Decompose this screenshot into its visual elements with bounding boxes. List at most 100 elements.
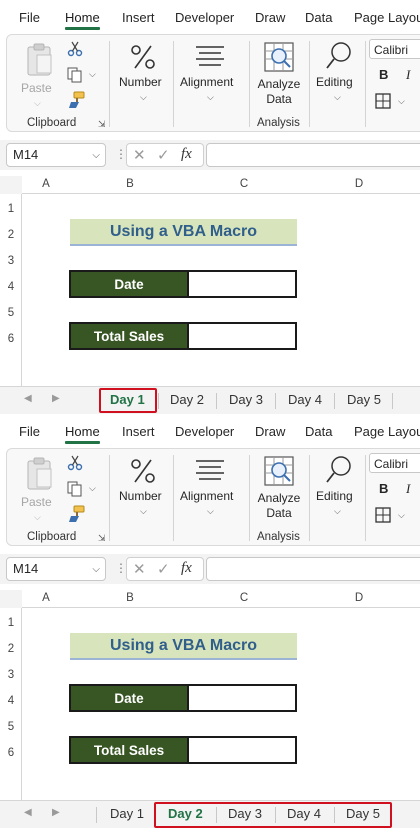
tab-home[interactable]: Home — [65, 10, 100, 30]
total-sales-label-cell[interactable]: Total Sales — [69, 322, 189, 350]
column-header-c[interactable]: C — [190, 592, 298, 604]
cancel-icon[interactable]: ✕ — [133, 560, 146, 578]
date-value-cell[interactable] — [189, 270, 297, 298]
title-cell[interactable]: Using a VBA Macro — [70, 219, 297, 246]
font-name: Calibri — [374, 457, 409, 471]
analyze-data-button[interactable]: Analyze Data — [253, 453, 305, 527]
sheet-tab-day-4[interactable]: Day 4 — [288, 392, 322, 407]
row-header-4[interactable]: 4 — [0, 281, 22, 293]
row-header-1[interactable]: 1 — [0, 617, 22, 629]
tab-file[interactable]: File — [19, 424, 40, 439]
italic-button[interactable]: I — [406, 67, 410, 83]
tab-developer[interactable]: Developer — [175, 424, 234, 439]
scroll-right-icon[interactable]: ▶ — [52, 807, 60, 818]
number-button[interactable]: Number ⌵ — [115, 453, 171, 523]
dialog-launcher-icon[interactable]: ⇲ — [98, 533, 106, 544]
tab-developer[interactable]: Developer — [175, 10, 234, 25]
column-header-b[interactable]: B — [70, 592, 190, 604]
cancel-icon[interactable]: ✕ — [133, 146, 146, 164]
cut-icon[interactable] — [67, 455, 83, 471]
column-header-d[interactable]: D — [298, 592, 420, 604]
confirm-icon[interactable]: ✓ — [157, 560, 170, 578]
row-header-2[interactable]: 2 — [0, 229, 22, 241]
chevron-down-icon[interactable]: ⌵ — [92, 150, 100, 161]
format-painter-icon[interactable] — [67, 505, 85, 523]
cut-icon[interactable] — [67, 41, 83, 57]
scroll-right-icon[interactable]: ▶ — [52, 393, 60, 404]
tab-draw[interactable]: Draw — [255, 424, 285, 439]
column-header-c[interactable]: C — [190, 178, 298, 190]
formula-input[interactable] — [206, 557, 420, 581]
chevron-down-icon[interactable]: ⌵ — [89, 69, 96, 80]
number-button[interactable]: Number ⌵ — [115, 39, 171, 109]
column-header-a[interactable]: A — [22, 592, 70, 604]
tab-page-layout[interactable]: Page Layout — [354, 10, 420, 25]
tab-insert[interactable]: Insert — [122, 424, 155, 439]
row-header-1[interactable]: 1 — [0, 203, 22, 215]
column-header-a[interactable]: A — [22, 178, 70, 190]
row-header-5[interactable]: 5 — [0, 721, 22, 733]
name-box[interactable]: M14 ⌵ — [6, 557, 106, 581]
scroll-left-icon[interactable]: ◀ — [24, 393, 32, 404]
formula-input[interactable] — [206, 143, 420, 167]
total-sales-value-cell[interactable] — [189, 736, 297, 764]
row-header-6[interactable]: 6 — [0, 333, 22, 345]
alignment-button[interactable]: Alignment ⌵ — [177, 39, 245, 109]
select-all-corner[interactable] — [0, 590, 22, 608]
tab-data[interactable]: Data — [305, 424, 332, 439]
italic-button[interactable]: I — [406, 481, 410, 497]
function-icon[interactable]: fx — [181, 146, 192, 163]
tab-file[interactable]: File — [19, 10, 40, 25]
format-painter-icon[interactable] — [67, 91, 85, 109]
borders-icon[interactable] — [375, 93, 391, 109]
column-header-b[interactable]: B — [70, 178, 190, 190]
date-value-cell[interactable] — [189, 684, 297, 712]
total-sales-value-cell[interactable] — [189, 322, 297, 350]
paste-button[interactable]: Paste ⌵ — [19, 41, 59, 111]
column-header-d[interactable]: D — [298, 178, 420, 190]
number-label: Number — [119, 489, 162, 503]
chevron-down-icon[interactable]: ⌵ — [92, 564, 100, 575]
confirm-icon[interactable]: ✓ — [157, 146, 170, 164]
sheet-tab-day-3[interactable]: Day 3 — [229, 392, 263, 407]
scroll-left-icon[interactable]: ◀ — [24, 807, 32, 818]
function-icon[interactable]: fx — [181, 560, 192, 577]
alignment-button[interactable]: Alignment ⌵ — [177, 453, 245, 523]
chevron-down-icon[interactable]: ⌵ — [398, 510, 405, 521]
row-header-3[interactable]: 3 — [0, 669, 22, 681]
row-header-3[interactable]: 3 — [0, 255, 22, 267]
paste-button[interactable]: Paste ⌵ — [19, 455, 59, 525]
tab-insert[interactable]: Insert — [122, 10, 155, 25]
tab-page-layout[interactable]: Page Layout — [354, 424, 420, 439]
row-header-4[interactable]: 4 — [0, 695, 22, 707]
sheet-tab-day-2[interactable]: Day 2 — [170, 392, 204, 407]
sheet-tab-day-5[interactable]: Day 5 — [347, 392, 381, 407]
row-header-5[interactable]: 5 — [0, 307, 22, 319]
editing-button[interactable]: Editing ⌵ — [313, 453, 363, 523]
font-name-box[interactable]: Calibri — [369, 39, 420, 59]
bold-button[interactable]: B — [379, 67, 388, 82]
sheet-tab-day-1[interactable]: Day 1 — [110, 806, 144, 821]
select-all-corner[interactable] — [0, 176, 22, 194]
date-label-cell[interactable]: Date — [69, 684, 189, 712]
copy-icon[interactable] — [67, 67, 85, 83]
date-label-cell[interactable]: Date — [69, 270, 189, 298]
title-cell[interactable]: Using a VBA Macro — [70, 633, 297, 660]
copy-icon[interactable] — [67, 481, 85, 497]
bold-button[interactable]: B — [379, 481, 388, 496]
highlight-box-new-sheets — [154, 802, 392, 828]
total-sales-label-cell[interactable]: Total Sales — [69, 736, 189, 764]
tab-draw[interactable]: Draw — [255, 10, 285, 25]
row-header-2[interactable]: 2 — [0, 643, 22, 655]
analyze-data-button[interactable]: Analyze Data — [253, 39, 305, 113]
chevron-down-icon[interactable]: ⌵ — [89, 483, 96, 494]
tab-data[interactable]: Data — [305, 10, 332, 25]
editing-button[interactable]: Editing ⌵ — [313, 39, 363, 109]
dialog-launcher-icon[interactable]: ⇲ — [98, 119, 106, 130]
row-header-6[interactable]: 6 — [0, 747, 22, 759]
chevron-down-icon[interactable]: ⌵ — [398, 96, 405, 107]
borders-icon[interactable] — [375, 507, 391, 523]
font-name-box[interactable]: Calibri — [369, 453, 420, 473]
tab-home[interactable]: Home — [65, 424, 100, 444]
name-box[interactable]: M14 ⌵ — [6, 143, 106, 167]
